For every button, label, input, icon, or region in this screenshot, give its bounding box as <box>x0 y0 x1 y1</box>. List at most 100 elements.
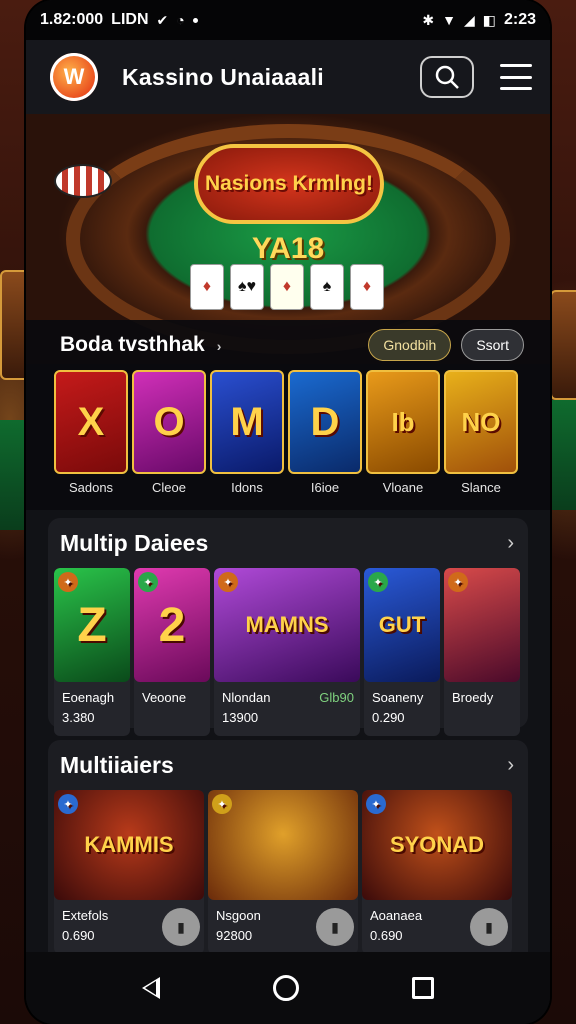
game-badge-icon: ✦ <box>366 794 386 814</box>
game-tile-meta: Eoenagh 3.380 <box>54 682 130 736</box>
game-badge-icon: ✦ <box>212 794 232 814</box>
multip-section: Multip Daiees › Z ✦ Eoenagh 3.380 2 ✦ Veoone MA… <box>48 518 528 736</box>
slot-game-tile[interactable]: M Idons <box>210 370 284 495</box>
check-icon: ✔ <box>156 11 169 28</box>
app-bar: W Kassino Unaiaaali <box>26 40 550 114</box>
game-name: Eoenagh <box>62 690 115 705</box>
game-tile-art-text: SYONAD <box>389 832 485 857</box>
game-tile-art-text: MAMNS <box>245 612 329 637</box>
game-tile-meta: Broedy <box>444 682 520 716</box>
back-icon[interactable] <box>142 977 161 999</box>
multitalers-section: Multiiaiers › KAMMIS ✦ Extefols 0.690 ▮ ✦ Nsgo… <box>48 740 528 970</box>
game-badge-icon: ✦ <box>138 572 158 592</box>
game-tile-art: Z ✦ <box>54 568 130 682</box>
game-value: 3.380 <box>62 710 95 725</box>
slot-game-tile[interactable]: NO Slance <box>444 370 518 495</box>
app-title: Kassino Unaiaaali <box>122 63 324 90</box>
play-button-icon[interactable]: ▮ <box>470 908 508 946</box>
game-tile[interactable]: MAMNS ✦ Nlondan Glb90 13900 <box>214 568 360 736</box>
slots-section-header: Boda tvsthhak › Gnodbih Ssort <box>26 320 550 370</box>
game-tile[interactable]: ✦ Broedy <box>444 568 520 736</box>
game-tile[interactable]: GUT ✦ Soaneny 0.290 <box>364 568 440 736</box>
slot-game-tile[interactable]: Ib Vloane <box>366 370 440 495</box>
playing-card: ♠ <box>310 264 344 310</box>
multip-section-title: Multip Daiees <box>60 529 209 556</box>
play-button-icon[interactable]: ▮ <box>162 908 200 946</box>
slot-game-tile[interactable]: D I6ioe <box>288 370 362 495</box>
bluetooth-icon: ✱ <box>422 11 435 28</box>
slot-game-label: I6ioe <box>310 480 340 495</box>
game-tile-art: ✦ <box>208 790 358 900</box>
game-tile-art: MAMNS ✦ <box>214 568 360 682</box>
chevron-right-icon[interactable]: › <box>217 338 222 354</box>
slot-game-label: Idons <box>231 480 263 495</box>
game-tile-art-text: 2 <box>158 598 186 652</box>
game-badge-icon: ✦ <box>58 572 78 592</box>
status-time: 1.82:000 <box>40 11 104 28</box>
game-tile-art: KAMMIS ✦ <box>54 790 204 900</box>
game-tile[interactable]: ✦ Nsgoon 92800 ▮ <box>208 790 358 954</box>
wifi-icon: ▼ <box>442 12 456 28</box>
multip-section-header: Multip Daiees › <box>48 518 528 568</box>
game-badge-icon: ✦ <box>218 572 238 592</box>
game-tile-art: ✦ <box>444 568 520 682</box>
sort-button[interactable]: Ssort <box>461 329 524 361</box>
game-meta-row: Veoone <box>142 688 204 708</box>
hero-subtitle: YA18 <box>251 232 325 265</box>
slot-game-label: Sadons <box>68 480 114 495</box>
slot-game-art: X <box>54 370 128 474</box>
battery-icon: ◧ <box>482 11 496 28</box>
filter-pill-button[interactable]: Gnodbih <box>368 329 452 361</box>
hamburger-menu-icon[interactable] <box>500 64 532 90</box>
slot-game-label: Vloane <box>382 480 424 495</box>
playing-card: ♦ <box>270 264 304 310</box>
slot-machine-right <box>550 290 576 400</box>
chevron-right-icon[interactable]: › <box>507 532 514 555</box>
chevron-right-icon[interactable]: › <box>507 754 514 777</box>
game-meta-row: Eoenagh <box>62 688 124 708</box>
search-icon <box>435 65 459 89</box>
multitalers-section-title: Multiiaiers <box>60 751 174 778</box>
chip-stack-icon <box>54 164 112 198</box>
slot-game-tile[interactable]: O Cleoe <box>132 370 206 495</box>
system-nav-bar <box>26 952 550 1024</box>
play-button-icon[interactable]: ▮ <box>316 908 354 946</box>
game-tile[interactable]: 2 ✦ Veoone <box>134 568 210 736</box>
game-name: Soaneny <box>372 690 424 705</box>
game-tile[interactable]: Z ✦ Eoenagh 3.380 <box>54 568 130 736</box>
game-meta-row: Nlondan Glb90 <box>222 688 354 708</box>
playing-card: ♦ <box>350 264 384 310</box>
slot-list: X Sadons O Cleoe M Idons D I6ioe Ib Vloane NO Slanc… <box>26 370 550 495</box>
slots-section-title: Boda tvsthhak › <box>60 333 358 357</box>
status-bar: 1.82:000 LIDN ✔ ◔ ✱ ▼ ◢ ◧ 2:23 <box>26 0 550 40</box>
playing-card: ♦ <box>190 264 224 310</box>
search-button[interactable] <box>420 56 474 98</box>
playing-card: ♠♥ <box>230 264 264 310</box>
slots-title-text: Boda tvsthhak <box>60 333 205 356</box>
app-logo[interactable]: W <box>50 53 98 101</box>
slots-section: Boda tvsthhak › Gnodbih Ssort X Sadons O Cle… <box>26 320 550 510</box>
slot-game-art: NO <box>444 370 518 474</box>
game-tile-art: 2 ✦ <box>134 568 210 682</box>
game-name: Veoone <box>142 690 187 705</box>
game-tile-art-text: Z <box>77 598 107 652</box>
recent-apps-icon[interactable] <box>411 977 434 999</box>
game-badge-icon: ✦ <box>58 794 78 814</box>
game-badge-icon: ✦ <box>448 572 468 592</box>
logo-letter: W <box>63 64 85 89</box>
home-icon[interactable] <box>272 975 299 1001</box>
game-tile[interactable]: KAMMIS ✦ Extefols 0.690 ▮ <box>54 790 204 954</box>
game-tile-art: SYONAD ✦ <box>362 790 512 900</box>
slot-game-tile[interactable]: X Sadons <box>54 370 128 495</box>
playing-cards: ♦ ♠♥ ♦ ♠ ♦ <box>190 264 384 310</box>
game-tile[interactable]: SYONAD ✦ Aoanaea 0.690 ▮ <box>362 790 512 954</box>
slot-game-art: O <box>132 370 206 474</box>
game-name: Broedy <box>452 690 494 705</box>
slot-game-label: Cleoe <box>152 480 186 495</box>
hero-title: Nasions Krmlng! <box>194 144 384 224</box>
alarm-icon: ◔ <box>176 12 185 28</box>
multitalers-game-list: KAMMIS ✦ Extefols 0.690 ▮ ✦ Nsgoon 92800 ▮ SYONAD… <box>48 790 528 954</box>
carrier-label: LIDN <box>111 11 149 28</box>
game-value: 0.290 <box>372 710 405 725</box>
phone-screen: 1.82:000 LIDN ✔ ◔ ✱ ▼ ◢ ◧ 2:23 W Kassino… <box>26 0 550 1024</box>
